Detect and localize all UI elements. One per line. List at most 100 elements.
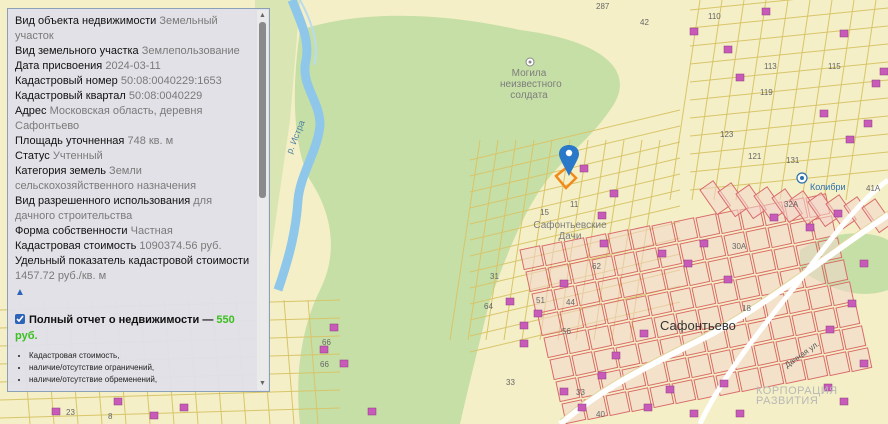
village-parcel [541,241,567,267]
info-row: Статус Учтенный [15,149,253,164]
building-shape [699,239,709,248]
info-key: Дата присвоения [15,60,103,72]
village-parcel [669,287,695,313]
building-shape [819,109,829,118]
parcel-number-label: 62 [592,262,601,271]
monument-icon [525,57,535,67]
info-row: Площадь уточненная 748 кв. м [15,134,253,149]
building-shape [319,345,329,354]
building-shape [825,325,835,334]
building-shape [871,79,881,88]
building-shape [505,297,515,306]
village-parcel [735,275,761,301]
parcel-number-label: 33 [576,388,585,397]
full-report-checkbox[interactable] [15,314,25,324]
building-shape [179,403,189,412]
building-shape [579,164,589,173]
info-value: Учтенный [52,150,103,162]
village-parcel [597,277,623,303]
village-parcel [581,303,607,329]
info-key: Кадастровая стоимость [15,240,137,252]
parcel-number-label: 56 [562,327,571,336]
info-row: Вид земельного участка Землепользование [15,44,253,59]
panel-scrollbar[interactable]: ▲ ▼ [257,10,268,390]
info-row: Кадастровая стоимость 1090374.56 руб. [15,239,253,254]
village-parcel [525,267,551,293]
village-parcel [791,311,817,337]
parcel-number-label: 41А [866,184,881,193]
building-shape [51,407,61,416]
village-label: Сафонтьево [660,318,736,333]
parcel-number-label: 15 [540,208,549,217]
info-row: Вид разрешенного использования для дачно… [15,194,253,224]
village-parcel [835,303,861,329]
village-parcel [769,315,795,341]
info-row: Вид объекта недвижимости Земельный участ… [15,14,253,44]
village-parcel [759,363,785,389]
shop-icon[interactable] [796,172,808,184]
village-parcel [635,247,661,273]
parcel-number-label: 40 [596,410,605,419]
village-parcel [803,355,829,381]
info-key: Площадь уточненная [15,135,125,147]
village-parcel [701,235,727,261]
village-parcel [647,291,673,317]
info-key: Удельный показатель кадастровой стоимост… [15,255,250,267]
parcel-number-label: 11 [570,200,579,209]
info-key: Статус [15,150,50,162]
scroll-up-icon[interactable]: ▲ [259,12,266,19]
info-key: Форма собственности [15,225,128,237]
scroll-down-icon[interactable]: ▼ [259,380,266,387]
building-shape [577,403,587,412]
village-parcel [575,281,601,307]
info-key: Категория земель [15,165,106,177]
village-parcel [641,269,667,295]
building-shape [769,213,779,222]
building-shape [689,27,699,36]
village-parcel [593,347,619,373]
building-shape [519,339,529,348]
building-shape [533,309,543,318]
building-shape [683,259,693,268]
village-parcel [629,225,655,251]
info-value: 50:08:0040229:1653 [120,75,222,87]
report-item: Кадастровая стоимость, [29,350,253,362]
village-parcel [789,219,815,245]
building-shape [879,67,888,76]
watermark-label: КОРПОРАЦИЯ РАЗВИТИЯ [756,385,838,407]
village-parcel [651,221,677,247]
parcel-number-label: 115 [828,62,841,71]
village-parcel [609,321,635,347]
building-shape [113,397,123,406]
building-shape [863,119,873,128]
building-shape [559,387,569,396]
full-report-title[interactable]: Полный отчет о недвижимости — [29,314,216,326]
info-row: Адрес Московская область, деревня Сафонт… [15,104,253,134]
building-shape [859,259,869,268]
parcel-number-label: 44 [566,298,575,307]
village-parcel [571,351,597,377]
village-parcel [713,279,739,305]
collapse-up-icon[interactable]: ▲ [15,285,253,300]
kolibri-label[interactable]: Колибри [810,182,846,192]
report-item: наличие/отсутствие ограничений, [29,362,253,374]
object-info-panel[interactable]: Вид объекта недвижимости Земельный участ… [7,8,270,392]
building-shape [559,279,569,288]
building-shape [859,359,869,368]
info-row: Категория земель Земли сельскохозяйствен… [15,164,253,194]
info-value: 1090374.56 руб. [139,240,222,252]
building-shape [735,73,745,82]
building-shape [723,275,733,284]
dachi-label: Сафонтьевские Дачи [533,220,607,242]
parcel-number-label: 8 [108,412,113,421]
info-key: Вид земельного участка [15,45,139,57]
village-parcel [587,325,613,351]
full-report-option[interactable]: Полный отчет о недвижимости — 550 руб. К… [15,312,253,386]
scroll-thumb[interactable] [259,22,266,198]
info-row: Дата присвоения 2024-03-11 [15,59,253,74]
parcel-number-label: 66 [320,360,329,369]
building-shape [149,411,159,420]
parcel-number-label: 23 [66,408,75,417]
parcel-number-label: 42 [640,18,649,27]
building-shape [719,379,729,388]
